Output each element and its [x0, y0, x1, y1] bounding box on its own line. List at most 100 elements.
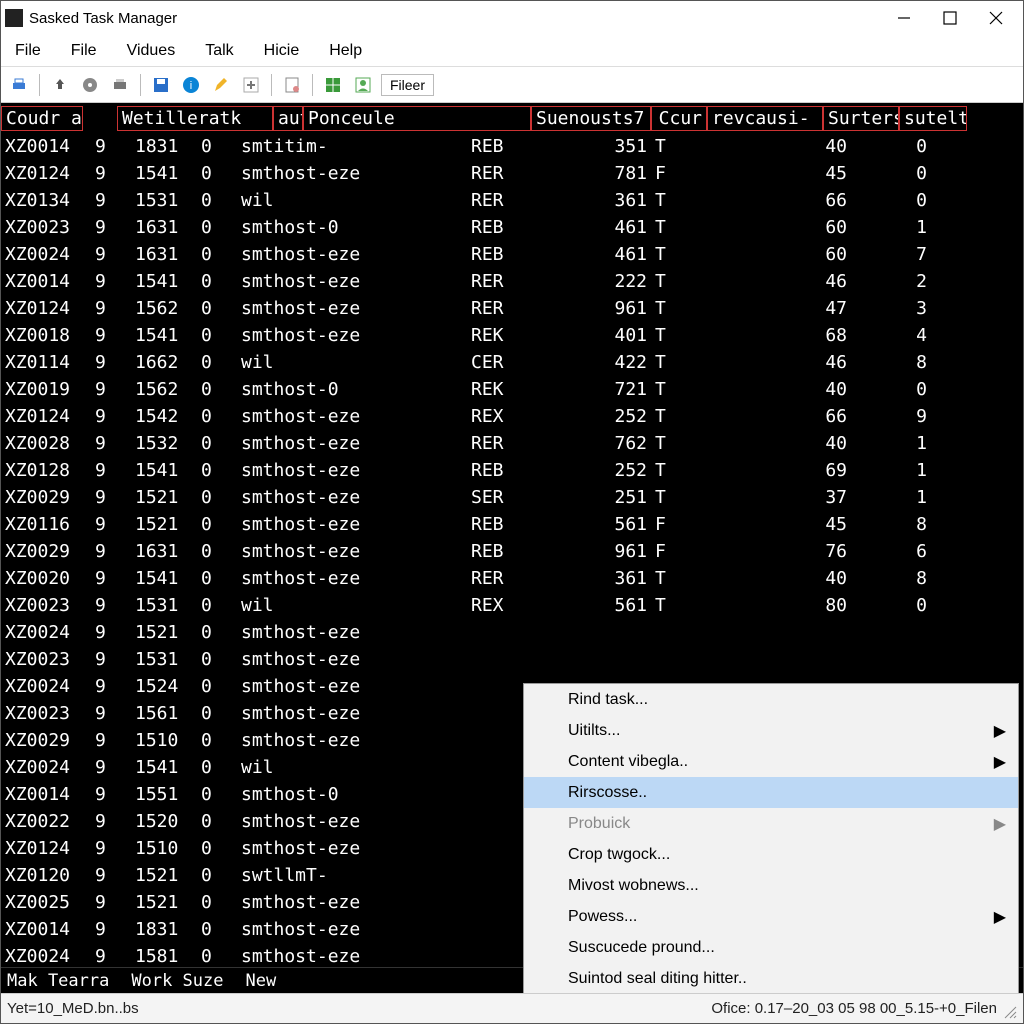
cell: XZ0014: [1, 784, 91, 805]
cell: T: [651, 433, 771, 454]
table-row[interactable]: XZ0029915210smthost-ezeSER251T371: [1, 484, 1023, 511]
cell: 1524: [131, 676, 197, 697]
disc-icon[interactable]: [78, 73, 102, 97]
context-menu-item[interactable]: Rirscosse..: [524, 777, 1018, 808]
maximize-button[interactable]: [927, 2, 973, 34]
context-menu-item[interactable]: Crop twgock...: [524, 839, 1018, 870]
table-row[interactable]: XZ0024916310smthost-ezeREB461T607: [1, 241, 1023, 268]
col-ponceule[interactable]: Ponceule: [303, 106, 531, 131]
context-menu-item[interactable]: Powess...▶: [524, 901, 1018, 932]
cell: 1531: [131, 595, 197, 616]
table-row[interactable]: XZ0014918310smtitim-REB351T400: [1, 133, 1023, 160]
col-revcausi[interactable]: revcausi-: [707, 106, 823, 131]
info-icon[interactable]: i: [179, 73, 203, 97]
cell: 1521: [131, 487, 197, 508]
table-row[interactable]: XZ0116915210smthost-ezeREB561F458: [1, 511, 1023, 538]
cell: 9: [91, 244, 131, 265]
col-ccur[interactable]: Ccur: [651, 106, 707, 131]
cell: 46: [771, 271, 851, 292]
filter-field[interactable]: Fileer: [381, 74, 434, 96]
table-icon[interactable]: [321, 73, 345, 97]
cell: RER: [467, 190, 581, 211]
menu-hicie[interactable]: Hicie: [260, 40, 304, 62]
cell: T: [651, 352, 771, 373]
cell: 2: [851, 271, 931, 292]
menu-file-2[interactable]: File: [67, 40, 101, 62]
context-menu-item[interactable]: Rind task...: [524, 684, 1018, 715]
cell: 1531: [131, 649, 197, 670]
cell: RER: [467, 298, 581, 319]
context-menu-item[interactable]: Content vibegla..▶: [524, 746, 1018, 777]
cell: wil: [237, 352, 467, 373]
table-row[interactable]: XZ0024915210smthost-eze: [1, 619, 1023, 646]
table-row[interactable]: XZ0029916310smthost-ezeREB961F766: [1, 538, 1023, 565]
context-menu-item[interactable]: Uitilts...▶: [524, 715, 1018, 746]
table-row[interactable]: XZ0023915310smthost-eze: [1, 646, 1023, 673]
cell: 0: [197, 514, 237, 535]
upload-icon[interactable]: [48, 73, 72, 97]
cell: 9: [91, 379, 131, 400]
table-row[interactable]: XZ0124915620smthost-ezeRER961T473: [1, 295, 1023, 322]
printer2-icon[interactable]: [108, 73, 132, 97]
cell: wil: [237, 757, 467, 778]
cell: XZ0134: [1, 190, 91, 211]
cell: XZ0124: [1, 298, 91, 319]
cell: 1541: [131, 271, 197, 292]
table-row[interactable]: XZ0124915410smthost-ezeRER781F450: [1, 160, 1023, 187]
cell: 461: [581, 217, 651, 238]
cell: 1831: [131, 136, 197, 157]
table-row[interactable]: XZ0019915620smthost-0REK721T400: [1, 376, 1023, 403]
cell: 0: [197, 622, 237, 643]
cell: F: [651, 163, 771, 184]
cell: 721: [581, 379, 651, 400]
table-row[interactable]: XZ0023916310smthost-0REB461T601: [1, 214, 1023, 241]
cell: XZ0020: [1, 568, 91, 589]
table-row[interactable]: XZ0128915410smthost-ezeREB252T691: [1, 457, 1023, 484]
cell: 0: [197, 298, 237, 319]
col-wetilleratk[interactable]: Wetilleratk: [117, 106, 273, 131]
context-menu-item[interactable]: Suintod seal diting hitter..: [524, 963, 1018, 993]
close-button[interactable]: [973, 2, 1019, 34]
col-coudr[interactable]: Coudr ask: [1, 106, 83, 131]
menu-file[interactable]: File: [11, 40, 45, 62]
cell: 9: [91, 352, 131, 373]
menu-talk[interactable]: Talk: [201, 40, 237, 62]
table-row[interactable]: XZ0134915310wilRER361T660: [1, 187, 1023, 214]
menu-vidues[interactable]: Vidues: [123, 40, 180, 62]
cell: 0: [197, 541, 237, 562]
table-row[interactable]: XZ0028915320smthost-ezeRER762T401: [1, 430, 1023, 457]
table-row[interactable]: XZ0014915410smthost-ezeRER222T462: [1, 268, 1023, 295]
sheet-icon[interactable]: [280, 73, 304, 97]
cell: 9: [91, 919, 131, 940]
cell: swtllmT-: [237, 865, 467, 886]
table-row[interactable]: XZ0020915410smthost-ezeRER361T408: [1, 565, 1023, 592]
cell: 40: [771, 136, 851, 157]
user-icon[interactable]: [351, 73, 375, 97]
table-row[interactable]: XZ0114916620wilCER422T468: [1, 349, 1023, 376]
printer-icon[interactable]: [7, 73, 31, 97]
table-row[interactable]: XZ0018915410smthost-ezeREK401T684: [1, 322, 1023, 349]
table-row[interactable]: XZ0124915420smthost-ezeREX252T669: [1, 403, 1023, 430]
resize-handle-icon[interactable]: [997, 999, 1017, 1019]
cell: smthost-eze: [237, 541, 467, 562]
cell: XZ0114: [1, 352, 91, 373]
cell: F: [651, 541, 771, 562]
cell: smthost-eze: [237, 730, 467, 751]
save-icon[interactable]: [149, 73, 173, 97]
context-menu-item[interactable]: Suscucede pround...: [524, 932, 1018, 963]
col-sutelti[interactable]: sutelti: [899, 106, 967, 131]
plus-icon[interactable]: [239, 73, 263, 97]
col-surters[interactable]: Surters: [823, 106, 899, 131]
menu-help[interactable]: Help: [325, 40, 366, 62]
cell: 9: [91, 298, 131, 319]
cell: 9: [91, 433, 131, 454]
col-aut[interactable]: aut: [273, 106, 303, 131]
col-suenousts[interactable]: Suenousts7: [531, 106, 651, 131]
table-row[interactable]: XZ0023915310wilREX561T800: [1, 592, 1023, 619]
pencil-icon[interactable]: [209, 73, 233, 97]
minimize-button[interactable]: [881, 2, 927, 34]
cell: T: [651, 568, 771, 589]
cell: 961: [581, 541, 651, 562]
context-menu-item[interactable]: Mivost wobnews...: [524, 870, 1018, 901]
cell: 561: [581, 595, 651, 616]
